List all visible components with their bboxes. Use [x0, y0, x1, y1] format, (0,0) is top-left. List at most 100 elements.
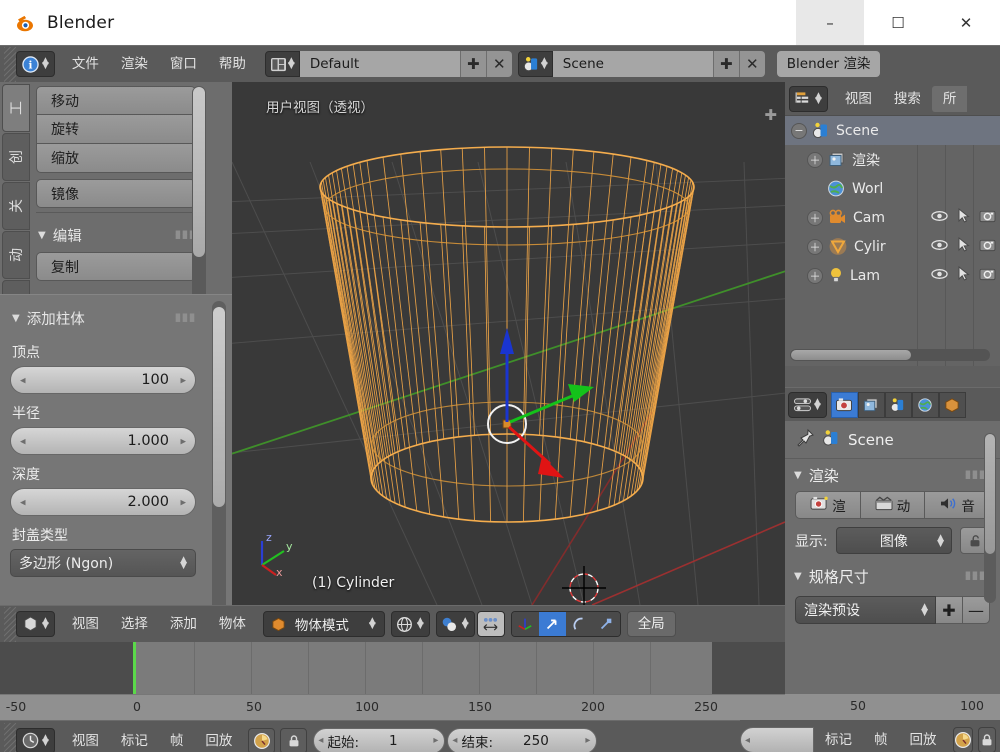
- eye-icon[interactable]: [931, 210, 948, 226]
- dimensions-section-header[interactable]: ▼ 规格尺寸 ▪▪▪▪▪▪: [785, 560, 1000, 592]
- overlap-round-left[interactable]: ◂: [740, 727, 814, 752]
- toolshelf-scrollbar-thumb[interactable]: [193, 87, 205, 257]
- scale-tool-button[interactable]: 缩放: [36, 144, 196, 173]
- sidebar-item-animation[interactable]: 动: [2, 231, 30, 279]
- pivot-point-selector[interactable]: ▲▼: [436, 611, 475, 637]
- overlap-menu-frame[interactable]: 帧: [863, 727, 899, 752]
- eye-icon[interactable]: [931, 239, 948, 255]
- decrement-arrow-icon[interactable]: ◂: [20, 496, 26, 509]
- render-audio-button[interactable]: 音: [925, 491, 990, 519]
- timeline-menu-playback[interactable]: 回放: [194, 728, 243, 752]
- outliner-display-mode[interactable]: 所: [932, 86, 968, 112]
- outliner-row-lamp[interactable]: ＋ Lam: [785, 261, 1000, 290]
- tab-render-layers[interactable]: [858, 392, 885, 418]
- scene-icon[interactable]: ▲▼: [518, 51, 553, 77]
- viewport-menu-object[interactable]: 物体: [208, 611, 257, 637]
- viewport-menu-view[interactable]: 视图: [61, 611, 110, 637]
- collapse-toggle-icon[interactable]: −: [791, 123, 807, 139]
- header-corner-grip[interactable]: [4, 47, 16, 82]
- menu-window[interactable]: 窗口: [159, 51, 208, 77]
- eye-icon[interactable]: [931, 268, 948, 284]
- viewport-editor-type-selector[interactable]: ▲▼: [16, 611, 55, 637]
- camera-restrict-icon[interactable]: [979, 209, 996, 227]
- decrement-arrow-icon[interactable]: ◂: [314, 735, 327, 746]
- overlap-menu-marker[interactable]: 标记: [814, 727, 863, 752]
- increment-arrow-icon[interactable]: ▸: [180, 496, 186, 509]
- translate-tool-button[interactable]: 移动: [36, 86, 196, 115]
- tab-world[interactable]: [912, 392, 939, 418]
- cursor-arrow-icon[interactable]: [957, 266, 970, 285]
- snap-toggle-button[interactable]: [477, 611, 505, 637]
- outliner-menu-view[interactable]: 视图: [834, 86, 883, 112]
- outliner-editor-type-selector[interactable]: ▲▼: [789, 86, 828, 112]
- menu-help[interactable]: 帮助: [208, 51, 257, 77]
- menu-render[interactable]: 渲染: [110, 51, 159, 77]
- timeline-header-corner-grip[interactable]: [4, 723, 16, 752]
- scale-manipulator-button[interactable]: [593, 612, 620, 636]
- rotate-tool-button[interactable]: 旋转: [36, 115, 196, 144]
- decrement-arrow-icon[interactable]: ◂: [741, 735, 754, 746]
- camera-restrict-icon[interactable]: [979, 267, 996, 285]
- outliner-row-cylinder[interactable]: ＋ Cylir: [785, 232, 1000, 261]
- cap-fill-dropdown[interactable]: 多边形 (Ngon) ▲▼: [10, 549, 196, 577]
- auto-keying-button[interactable]: [248, 728, 275, 752]
- mirror-tool-button[interactable]: 镜像: [36, 179, 196, 208]
- cursor-arrow-icon[interactable]: [957, 237, 970, 256]
- sidebar-item-relations[interactable]: 关: [2, 182, 30, 230]
- delete-screen-layout-button[interactable]: ✕: [486, 51, 512, 77]
- lock-icon[interactable]: [280, 728, 307, 752]
- screen-layout-value[interactable]: Default: [300, 51, 460, 77]
- decrement-arrow-icon[interactable]: ◂: [20, 435, 26, 448]
- render-image-button[interactable]: 渲: [795, 491, 861, 519]
- auto-keying-button[interactable]: [953, 727, 973, 752]
- operator-panel-scrollbar-thumb[interactable]: [213, 307, 225, 507]
- pin-icon[interactable]: [795, 428, 815, 452]
- add-scene-button[interactable]: ✚: [713, 51, 739, 77]
- outliner-row-camera[interactable]: ＋ Cam: [785, 203, 1000, 232]
- render-animation-button[interactable]: 动: [861, 491, 926, 519]
- lock-icon[interactable]: [978, 727, 996, 752]
- render-engine-selector[interactable]: Blender 渲染: [777, 51, 881, 77]
- timeline-menu-view[interactable]: 视图: [61, 728, 110, 752]
- viewport-menu-add[interactable]: 添加: [159, 611, 208, 637]
- add-cylinder-panel-header[interactable]: ▼ 添加柱体 ▪▪▪▪▪▪: [10, 303, 196, 333]
- viewport-shading-selector[interactable]: ▲▼: [391, 611, 430, 637]
- outliner-row-world[interactable]: Worl: [785, 174, 1000, 203]
- add-preset-button[interactable]: ✚: [936, 596, 963, 624]
- outliner-scrollbar-thumb[interactable]: [791, 350, 911, 360]
- delete-scene-button[interactable]: ✕: [739, 51, 765, 77]
- add-screen-layout-button[interactable]: ✚: [460, 51, 486, 77]
- depth-field[interactable]: ◂ 2.000 ▸: [10, 488, 196, 516]
- properties-editor-type-selector[interactable]: ▲▼: [788, 392, 827, 418]
- editor-type-selector[interactable]: i ▲▼: [16, 51, 55, 77]
- close-button[interactable]: ✕: [932, 0, 1000, 45]
- viewport-menu-select[interactable]: 选择: [110, 611, 159, 637]
- tab-object[interactable]: [939, 392, 966, 418]
- sidebar-item-tools[interactable]: 工: [2, 84, 30, 132]
- minimize-button[interactable]: –: [796, 0, 864, 45]
- decrement-arrow-icon[interactable]: ◂: [448, 735, 461, 746]
- rotate-manipulator-button[interactable]: [566, 612, 593, 636]
- tab-render[interactable]: [831, 392, 858, 418]
- increment-arrow-icon[interactable]: ▸: [581, 735, 594, 746]
- expand-toggle-icon[interactable]: ＋: [807, 210, 823, 226]
- render-preset-dropdown[interactable]: 渲染预设 ▲▼: [795, 596, 936, 624]
- 3d-viewport[interactable]: 用户视图（透视） (1) Cylinder ✚ z y x: [232, 82, 785, 605]
- screen-layout-icon[interactable]: ▲▼: [265, 51, 300, 77]
- increment-arrow-icon[interactable]: ▸: [429, 735, 442, 746]
- decrement-arrow-icon[interactable]: ◂: [20, 374, 26, 387]
- render-section-header[interactable]: ▼ 渲染 ▪▪▪▪▪▪: [785, 459, 1000, 491]
- duplicate-tool-button[interactable]: 复制: [36, 252, 196, 281]
- cursor-arrow-icon[interactable]: [957, 208, 970, 227]
- transform-orientation-selector[interactable]: 全局: [627, 611, 676, 637]
- timeline-ruler[interactable]: -50 0 50 100 150 200 250: [0, 694, 785, 720]
- timeline-editor-type-selector[interactable]: ▲▼: [16, 728, 55, 752]
- timeline-menu-marker[interactable]: 标记: [110, 728, 159, 752]
- end-frame-field[interactable]: ◂ 结束: 250 ▸: [447, 728, 597, 752]
- operator-panel-scrollbar[interactable]: [212, 301, 226, 631]
- expand-toggle-icon[interactable]: ＋: [807, 268, 823, 284]
- outliner-horizontal-scrollbar[interactable]: [790, 349, 990, 361]
- sidebar-item-create[interactable]: 创: [2, 133, 30, 181]
- timeline-track[interactable]: [0, 642, 785, 694]
- vertices-field[interactable]: ◂ 100 ▸: [10, 366, 196, 394]
